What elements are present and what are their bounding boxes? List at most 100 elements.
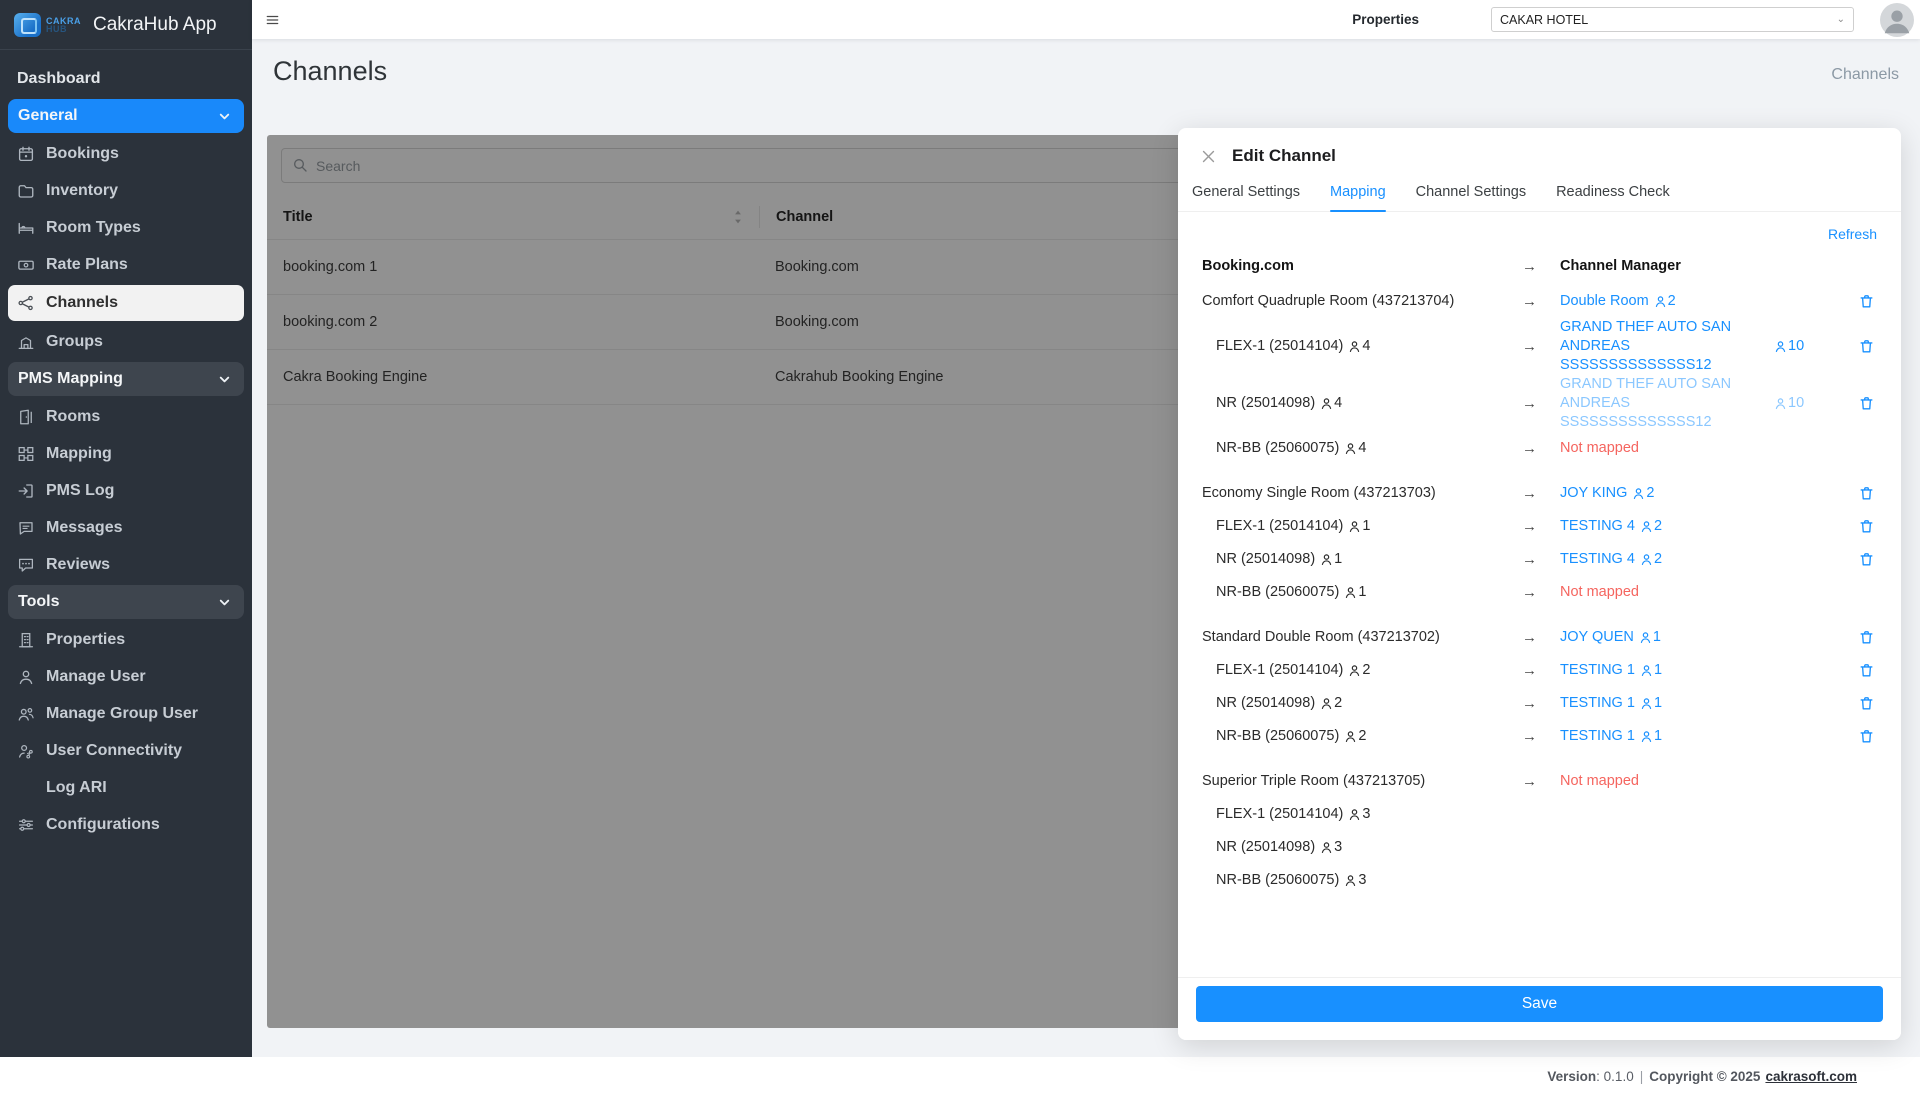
sidebar-item-properties[interactable]: Properties: [0, 621, 252, 658]
tab-channel-settings[interactable]: Channel Settings: [1416, 184, 1526, 211]
sidebar-item-manage-group-user[interactable]: Manage Group User: [0, 695, 252, 732]
mapping-rows: Comfort Quadruple Room (437213704) → Dou…: [1202, 285, 1877, 897]
sidebar-item-room-types[interactable]: Room Types: [0, 209, 252, 246]
mapping-row: FLEX-1 (25014104)3: [1202, 798, 1877, 831]
mapping-row: NR-BB (25060075)4 → Not mapped: [1202, 432, 1877, 465]
person-icon: [1640, 730, 1653, 743]
logo-text-bottom: HUB: [46, 25, 81, 33]
building-icon: [17, 631, 35, 649]
person-icon: [1348, 664, 1361, 677]
column-header-channel[interactable]: Channel: [776, 209, 833, 225]
person-icon: [1344, 874, 1357, 887]
breadcrumb: Channels: [1831, 66, 1899, 84]
users-icon: [17, 705, 35, 723]
person-icon: [1348, 520, 1361, 533]
sidebar-item-rooms[interactable]: Rooms: [0, 398, 252, 435]
property-select-value: CAKAR HOTEL: [1500, 13, 1588, 27]
person-icon: [1344, 730, 1357, 743]
close-icon[interactable]: [1200, 148, 1217, 165]
mapping-row: NR-BB (25060075)2 → TESTING 11: [1202, 720, 1877, 753]
user-network-icon: [17, 742, 35, 760]
sidebar-item-user-connectivity[interactable]: User Connectivity: [0, 732, 252, 769]
sidebar-item-mapping[interactable]: Mapping: [0, 435, 252, 472]
footer-separator: |: [1640, 1069, 1644, 1084]
sidebar-item-pms-log[interactable]: PMS Log: [0, 472, 252, 509]
mapped-rate-link[interactable]: TESTING 4: [1560, 550, 1635, 569]
refresh-link[interactable]: Refresh: [1202, 226, 1877, 242]
calendar-icon: [17, 145, 35, 163]
door-icon: [17, 408, 35, 426]
tab-readiness-check[interactable]: Readiness Check: [1556, 184, 1670, 211]
mapped-room-link[interactable]: JOY KING: [1560, 484, 1627, 503]
user-avatar[interactable]: [1880, 3, 1914, 37]
sidebar-item-groups[interactable]: Groups: [0, 323, 252, 360]
left-column-header: Booking.com: [1202, 258, 1518, 275]
sidebar-item-dashboard[interactable]: Dashboard: [0, 60, 252, 97]
trash-icon[interactable]: [1858, 395, 1875, 412]
sort-icon[interactable]: [731, 208, 745, 226]
person-icon: [1640, 664, 1653, 677]
trash-icon[interactable]: [1858, 338, 1875, 355]
trash-icon[interactable]: [1858, 485, 1875, 502]
cell-title: booking.com 2: [267, 314, 759, 330]
chevron-down-icon: [217, 109, 232, 124]
app-title: CakraHub App: [93, 14, 217, 36]
trash-icon[interactable]: [1858, 728, 1875, 745]
chevron-down-icon: [217, 595, 232, 610]
drawer-title: Edit Channel: [1232, 146, 1336, 166]
sidebar-item-manage-user[interactable]: Manage User: [0, 658, 252, 695]
trash-icon[interactable]: [1858, 629, 1875, 646]
sidebar-item-bookings[interactable]: Bookings: [0, 135, 252, 172]
sidebar-item-inventory[interactable]: Inventory: [0, 172, 252, 209]
sliders-icon: [17, 816, 35, 834]
chevron-down-icon: [217, 372, 232, 387]
save-button[interactable]: Save: [1196, 986, 1883, 1022]
user-icon: [17, 668, 35, 686]
person-icon: [1320, 841, 1333, 854]
mapping-row: NR-BB (25060075)1 → Not mapped: [1202, 576, 1877, 609]
trash-icon[interactable]: [1858, 518, 1875, 535]
person-icon: [1320, 553, 1333, 566]
topbar-right: Properties CAKAR HOTEL ⌄: [1352, 3, 1920, 37]
sidebar-item-configurations[interactable]: Configurations: [0, 806, 252, 843]
sidebar-item-log-ari[interactable]: Log ARI: [0, 769, 252, 806]
cell-title: Cakra Booking Engine: [267, 369, 759, 385]
trash-icon[interactable]: [1858, 662, 1875, 679]
sidebar-section-tools[interactable]: Tools: [8, 585, 244, 619]
not-mapped-label: Not mapped: [1560, 583, 1639, 602]
sidebar-item-messages[interactable]: Messages: [0, 509, 252, 546]
mapped-rate-link[interactable]: TESTING 1: [1560, 694, 1635, 713]
mapped-rate-link[interactable]: GRAND THEF AUTO SAN ANDREAS SSSSSSSSSSSS…: [1560, 318, 1774, 375]
person-icon: [1344, 442, 1357, 455]
trash-icon[interactable]: [1858, 695, 1875, 712]
tab-general-settings[interactable]: General Settings: [1192, 184, 1300, 211]
mapped-room-link[interactable]: Double Room: [1560, 292, 1649, 311]
person-icon: [1320, 697, 1333, 710]
sidebar-section-general[interactable]: General: [8, 99, 244, 133]
column-header-title[interactable]: Title: [283, 209, 313, 225]
sidebar-item-channels[interactable]: Channels: [8, 285, 244, 321]
mapped-room-link[interactable]: JOY QUEN: [1560, 628, 1634, 647]
sidebar-section-pms-mapping[interactable]: PMS Mapping: [8, 362, 244, 396]
property-select[interactable]: CAKAR HOTEL ⌄: [1491, 7, 1854, 32]
mapped-rate-link[interactable]: GRAND THEF AUTO SAN ANDREAS SSSSSSSSSSSS…: [1560, 375, 1774, 432]
mapped-rate-link[interactable]: TESTING 1: [1560, 661, 1635, 680]
mapped-rate-link[interactable]: TESTING 4: [1560, 517, 1635, 536]
trash-icon[interactable]: [1858, 551, 1875, 568]
person-icon: [1640, 553, 1653, 566]
app-window: CAKRA HUB CakraHub App Dashboard General…: [0, 0, 1920, 1096]
mapping-column-headers: Booking.com → Channel Manager: [1202, 258, 1877, 275]
sidebar-header: CAKRA HUB CakraHub App: [0, 0, 252, 50]
mapped-rate-link[interactable]: TESTING 1: [1560, 727, 1635, 746]
mapping-grid-icon: [17, 445, 35, 463]
hamburger-menu-button[interactable]: [252, 0, 292, 39]
not-mapped-label: Not mapped: [1560, 772, 1639, 791]
person-icon: [1640, 697, 1653, 710]
footer: Version: 0.1.0 | Copyright © 2025 cakras…: [0, 1057, 1920, 1096]
tab-mapping[interactable]: Mapping: [1330, 184, 1386, 211]
cakrasoft-link[interactable]: cakrasoft.com: [1765, 1069, 1857, 1084]
trash-icon[interactable]: [1858, 293, 1875, 310]
mapping-row: NR-BB (25060075)3: [1202, 864, 1877, 897]
sidebar-item-reviews[interactable]: Reviews: [0, 546, 252, 583]
sidebar-item-rate-plans[interactable]: Rate Plans: [0, 246, 252, 283]
